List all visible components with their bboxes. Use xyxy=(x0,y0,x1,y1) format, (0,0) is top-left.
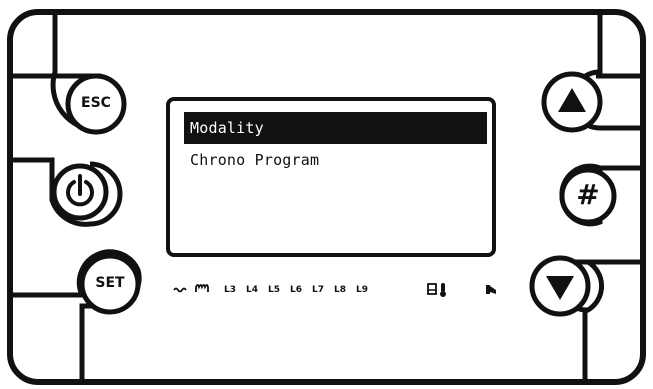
power-button[interactable] xyxy=(54,166,106,218)
menu-item-label: Chrono Program xyxy=(190,151,320,169)
indicator-l7: L7 xyxy=(312,285,324,295)
lcd-display: Modality Chrono Program xyxy=(166,97,496,257)
esc-button[interactable] xyxy=(68,76,124,132)
menu-item-chrono-program[interactable]: Chrono Program xyxy=(184,144,487,176)
tank-icon xyxy=(427,283,437,295)
indicator-l5: L5 xyxy=(268,285,280,295)
water-pump-icon xyxy=(486,285,496,294)
indicator-l6: L6 xyxy=(290,285,302,295)
indicator-l4: L4 xyxy=(246,285,258,295)
indicator-l8: L8 xyxy=(334,285,346,295)
down-button[interactable] xyxy=(532,258,588,314)
load-indicator-row: L3 L4 L5 L6 L7 L8 L9 xyxy=(172,280,368,300)
thermometer-icon xyxy=(440,283,446,297)
indicator-l3: L3 xyxy=(224,285,236,295)
up-button[interactable] xyxy=(544,74,600,130)
menu-item-label: Modality xyxy=(190,119,264,137)
menu-item-modality[interactable]: Modality xyxy=(184,112,487,144)
set-button[interactable] xyxy=(82,256,138,312)
hash-button[interactable] xyxy=(562,170,614,222)
indicator-l9: L9 xyxy=(356,285,368,295)
